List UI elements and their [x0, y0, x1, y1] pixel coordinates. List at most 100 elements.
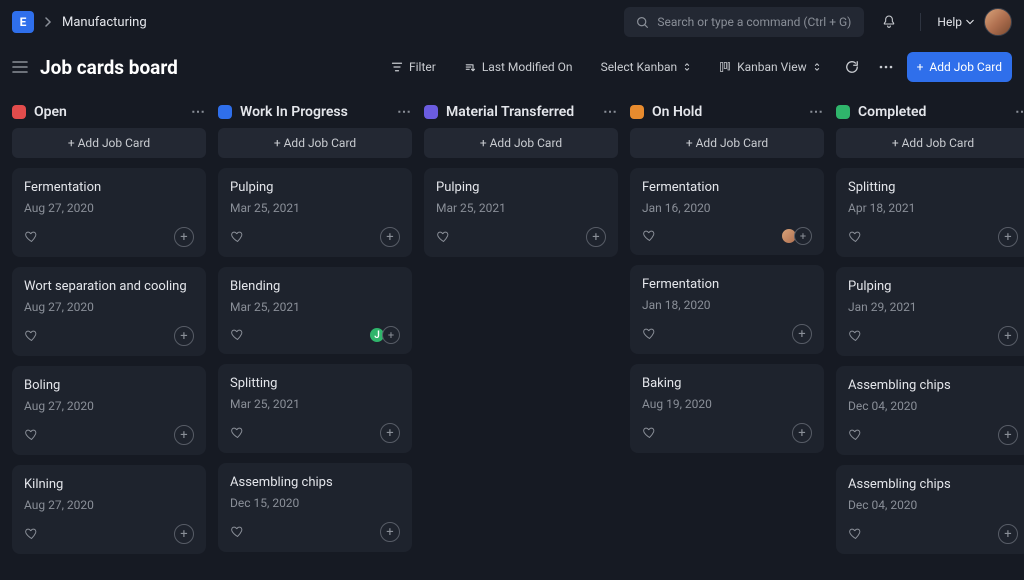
add-assignee-button[interactable]: + — [586, 227, 606, 247]
add-assignee-button[interactable]: + — [380, 522, 400, 542]
add-assignee-button[interactable]: + — [998, 524, 1018, 544]
column-header: On Hold ⋯ — [630, 96, 824, 128]
card-title: Baking — [642, 376, 812, 391]
column-title: On Hold — [652, 104, 702, 120]
add-assignee-button[interactable]: + — [380, 423, 400, 443]
card-date: Mar 25, 2021 — [230, 201, 400, 215]
column-menu-button[interactable]: ⋯ — [1015, 104, 1024, 120]
card-date: Aug 19, 2020 — [642, 397, 812, 411]
add-card-button[interactable]: + Add Job Card — [12, 128, 206, 158]
like-button[interactable] — [642, 228, 658, 244]
add-assignee-button[interactable]: + — [794, 227, 812, 245]
like-button[interactable] — [848, 328, 864, 344]
column-menu-button[interactable]: ⋯ — [191, 104, 206, 120]
card-title: Wort separation and cooling — [24, 279, 194, 294]
like-button[interactable] — [24, 229, 40, 245]
job-card[interactable]: Baking Aug 19, 2020 + — [630, 364, 824, 453]
like-button[interactable] — [848, 427, 864, 443]
like-button[interactable] — [24, 427, 40, 443]
card-title: Pulping — [848, 279, 1018, 294]
help-dropdown[interactable]: Help — [937, 15, 974, 29]
app-logo[interactable]: E — [12, 11, 34, 33]
refresh-icon — [845, 60, 859, 74]
select-kanban-dropdown[interactable]: Select Kanban — [591, 52, 702, 82]
add-assignee-button[interactable]: + — [174, 227, 194, 247]
card-date: Aug 27, 2020 — [24, 498, 194, 512]
like-button[interactable] — [642, 425, 658, 441]
like-button[interactable] — [230, 327, 246, 343]
like-button[interactable] — [24, 328, 40, 344]
job-card[interactable]: Assembling chipsDec 04, 2020+ — [836, 366, 1024, 455]
add-assignee-button[interactable]: + — [792, 423, 812, 443]
card-date: Jan 16, 2020 — [642, 201, 812, 215]
search-input[interactable]: Search or type a command (Ctrl + G) — [624, 7, 864, 37]
job-card[interactable]: FermentationJan 16, 2020+ — [630, 168, 824, 255]
add-assignee-button[interactable]: + — [174, 524, 194, 544]
separator — [920, 13, 921, 31]
like-button[interactable] — [848, 229, 864, 245]
card-title: Assembling chips — [230, 475, 400, 490]
updown-icon — [813, 62, 821, 72]
add-assignee-button[interactable]: + — [998, 326, 1018, 346]
kanban-column: On Hold ⋯ + Add Job Card Fermentation Jan 16… — [630, 96, 824, 564]
job-card[interactable]: Wort separation and coolingAug 27, 2020+ — [12, 267, 206, 356]
refresh-button[interactable] — [839, 52, 865, 82]
assignee-group: + — [784, 227, 812, 245]
status-dot — [218, 105, 232, 119]
like-button[interactable] — [848, 526, 864, 542]
hamburger-icon[interactable] — [12, 60, 30, 74]
add-card-button[interactable]: + Add Job Card — [630, 128, 824, 158]
job-card[interactable]: Assembling chips Dec 15, 2020 + — [218, 463, 412, 552]
filter-button[interactable]: Filter — [381, 52, 446, 82]
page-title: Job cards board — [40, 56, 178, 79]
card-title: Fermentation — [642, 277, 812, 292]
card-date: Dec 15, 2020 — [230, 496, 400, 510]
breadcrumb[interactable]: Manufacturing — [62, 15, 147, 30]
job-card[interactable]: PulpingJan 29, 2021+ — [836, 267, 1024, 356]
card-title: Fermentation — [24, 180, 194, 195]
add-card-button[interactable]: + Add Job Card — [836, 128, 1024, 158]
sort-button[interactable]: Last Modified On — [454, 52, 583, 82]
like-button[interactable] — [230, 524, 246, 540]
add-assignee-button[interactable]: + — [382, 326, 400, 344]
job-card[interactable]: FermentationJan 18, 2020+ — [630, 265, 824, 354]
job-card[interactable]: BolingAug 27, 2020+ — [12, 366, 206, 455]
job-card[interactable]: PulpingMar 25, 2021+ — [424, 168, 618, 257]
search-placeholder: Search or type a command (Ctrl + G) — [657, 15, 851, 29]
add-assignee-button[interactable]: + — [998, 425, 1018, 445]
add-card-button[interactable]: + Add Job Card — [424, 128, 618, 158]
card-title: Assembling chips — [848, 477, 1018, 492]
updown-icon — [683, 62, 691, 72]
sort-icon — [464, 61, 476, 73]
like-button[interactable] — [436, 229, 452, 245]
job-card[interactable]: SplittingApr 18, 2021+ — [836, 168, 1024, 257]
user-avatar[interactable] — [984, 8, 1012, 36]
more-menu-button[interactable] — [873, 52, 899, 82]
chevron-down-icon — [966, 18, 974, 26]
add-assignee-button[interactable]: + — [380, 227, 400, 247]
add-assignee-button[interactable]: + — [792, 324, 812, 344]
notifications-button[interactable] — [874, 7, 904, 37]
column-menu-button[interactable]: ⋯ — [603, 104, 618, 120]
add-card-button[interactable]: + Add Job Card — [218, 128, 412, 158]
like-button[interactable] — [230, 229, 246, 245]
job-card[interactable]: SplittingMar 25, 2021+ — [218, 364, 412, 453]
add-assignee-button[interactable]: + — [998, 227, 1018, 247]
job-card[interactable]: KilningAug 27, 2020+ — [12, 465, 206, 554]
job-card[interactable]: Assembling chipsDec 04, 2020+ — [836, 465, 1024, 554]
column-menu-button[interactable]: ⋯ — [397, 104, 412, 120]
kanban-view-dropdown[interactable]: Kanban View — [709, 52, 831, 82]
like-button[interactable] — [230, 425, 246, 441]
column-menu-button[interactable]: ⋯ — [809, 104, 824, 120]
card-title: Splitting — [230, 376, 400, 391]
like-button[interactable] — [24, 526, 40, 542]
add-assignee-button[interactable]: + — [174, 425, 194, 445]
job-card[interactable]: PulpingMar 25, 2021+ — [218, 168, 412, 257]
job-card[interactable]: FermentationAug 27, 2020+ — [12, 168, 206, 257]
add-job-card-button[interactable]: + Add Job Card — [907, 52, 1012, 82]
bell-icon — [881, 14, 897, 30]
like-button[interactable] — [642, 326, 658, 342]
card-title: Boling — [24, 378, 194, 393]
add-assignee-button[interactable]: + — [174, 326, 194, 346]
job-card[interactable]: BlendingMar 25, 2021J+ — [218, 267, 412, 354]
